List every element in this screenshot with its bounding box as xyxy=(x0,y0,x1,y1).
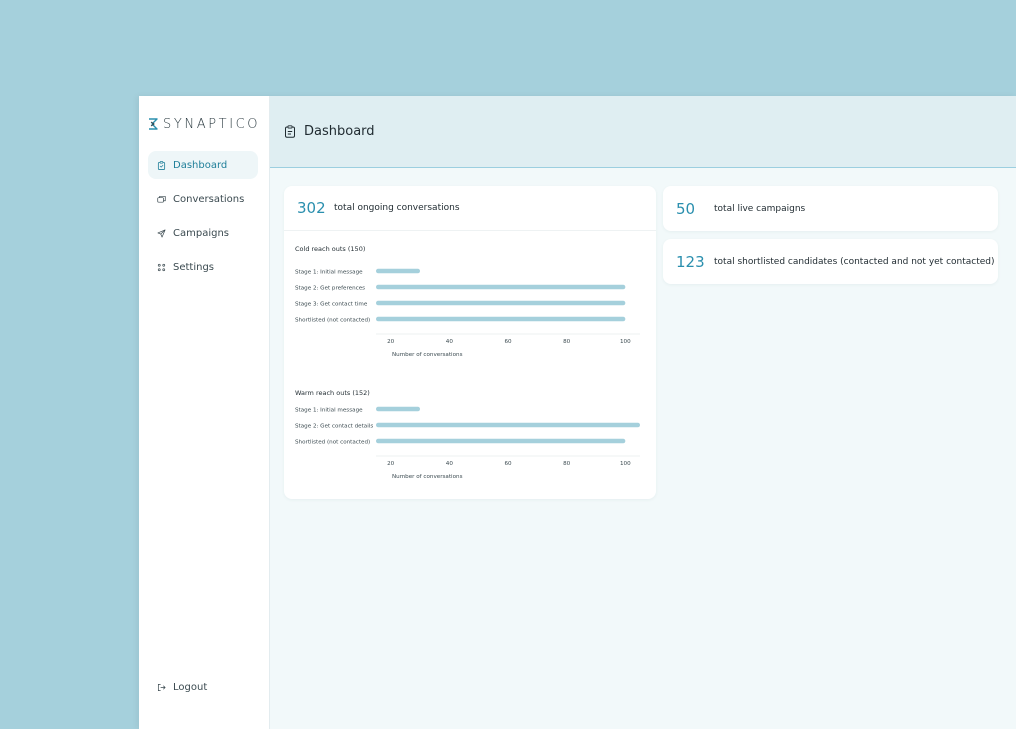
x-axis-label: Number of conversations xyxy=(392,474,463,480)
category-label: Shortlisted (not contacted) xyxy=(295,439,370,445)
bar xyxy=(376,422,640,428)
chat-bubbles-icon xyxy=(157,195,166,204)
x-axis-label: Number of conversations xyxy=(392,352,463,358)
shortlisted-label: total shortlisted candidates (contacted … xyxy=(714,256,995,267)
cold-reach-chart: Cold reach outs (150) Stage 1: Initial m… xyxy=(284,232,656,362)
shortlisted-card: 123 total shortlisted candidates (contac… xyxy=(663,239,998,284)
category-label: Stage 3: Get contact time xyxy=(295,301,368,307)
page-header: Dashboard xyxy=(270,96,1016,168)
x-tick-label: 40 xyxy=(446,461,454,467)
sidebar-item-conversations[interactable]: Conversations xyxy=(148,185,258,213)
category-label: Stage 1: Initial message xyxy=(295,269,363,275)
sidebar-item-settings[interactable]: Settings xyxy=(148,253,258,281)
logout-icon xyxy=(157,683,166,692)
brand-name: SYNAPTICO xyxy=(163,116,261,132)
ongoing-stat: 302 total ongoing conversations xyxy=(284,186,656,231)
sidebar-item-label: Conversations xyxy=(173,193,245,205)
brand-logo: SYNAPTICO xyxy=(148,116,266,132)
ongoing-label: total ongoing conversations xyxy=(334,203,460,213)
x-tick-label: 20 xyxy=(387,461,395,467)
x-tick-label: 100 xyxy=(620,461,631,467)
shortlisted-stat: 123 total shortlisted candidates (contac… xyxy=(663,239,998,284)
sidebar-nav: Dashboard Conversations Campaigns Settin… xyxy=(148,151,258,287)
sidebar-item-label: Settings xyxy=(173,261,215,273)
warm-reach-chart: Warm reach outs (152) Stage 1: Initial m… xyxy=(284,376,656,496)
clipboard-icon xyxy=(284,125,296,138)
live-stat: 50 total live campaigns xyxy=(663,186,998,231)
x-tick-label: 60 xyxy=(504,339,512,345)
clipboard-icon xyxy=(157,160,166,170)
sidebar-item-dashboard[interactable]: Dashboard xyxy=(148,151,258,179)
warm-reach-chart-svg: Stage 1: Initial message Stage 2: Get con… xyxy=(295,406,640,480)
logout-label: Logout xyxy=(173,681,208,693)
x-tick-label: 60 xyxy=(504,461,512,467)
category-label: Stage 1: Initial message xyxy=(295,407,363,413)
bar xyxy=(376,438,626,444)
live-campaigns-card: 50 total live campaigns xyxy=(663,186,998,231)
page-title: Dashboard xyxy=(304,124,375,139)
x-tick-label: 80 xyxy=(563,339,571,345)
send-icon xyxy=(157,229,166,238)
cold-reach-chart-svg: Stage 1: Initial message Stage 2: Get pre… xyxy=(295,268,640,358)
sidebar-item-campaigns[interactable]: Campaigns xyxy=(148,219,258,247)
category-label: Stage 2: Get preferences xyxy=(295,285,365,291)
category-label: Shortlisted (not contacted) xyxy=(295,317,370,323)
x-tick-label: 20 xyxy=(387,339,395,345)
x-tick-label: 80 xyxy=(563,461,571,467)
sidebar-item-label: Dashboard xyxy=(173,159,228,171)
bar xyxy=(376,268,420,274)
logout-button[interactable]: Logout xyxy=(148,673,258,701)
bar xyxy=(376,284,626,290)
ongoing-count: 302 xyxy=(297,199,326,217)
bar xyxy=(376,316,626,322)
category-label: Stage 2: Get contact details xyxy=(295,423,373,429)
x-tick-label: 100 xyxy=(620,339,631,345)
bar xyxy=(376,300,626,306)
x-tick-label: 40 xyxy=(446,339,454,345)
sidebar: SYNAPTICO Dashboard Conversations Campai… xyxy=(139,96,270,729)
shortlisted-count: 123 xyxy=(676,252,705,271)
logo-mark-icon xyxy=(149,118,158,130)
grid-dots-icon xyxy=(157,263,166,272)
live-label: total live campaigns xyxy=(714,203,806,214)
main-content: Dashboard 302 total ongoing conversation… xyxy=(270,96,1016,729)
app-window: SYNAPTICO Dashboard Conversations Campai… xyxy=(139,96,1016,729)
live-count: 50 xyxy=(676,199,696,218)
sidebar-item-label: Campaigns xyxy=(173,227,230,239)
bar xyxy=(376,406,420,412)
ongoing-conversations-card: 302 total ongoing conversations Cold rea… xyxy=(284,186,656,499)
